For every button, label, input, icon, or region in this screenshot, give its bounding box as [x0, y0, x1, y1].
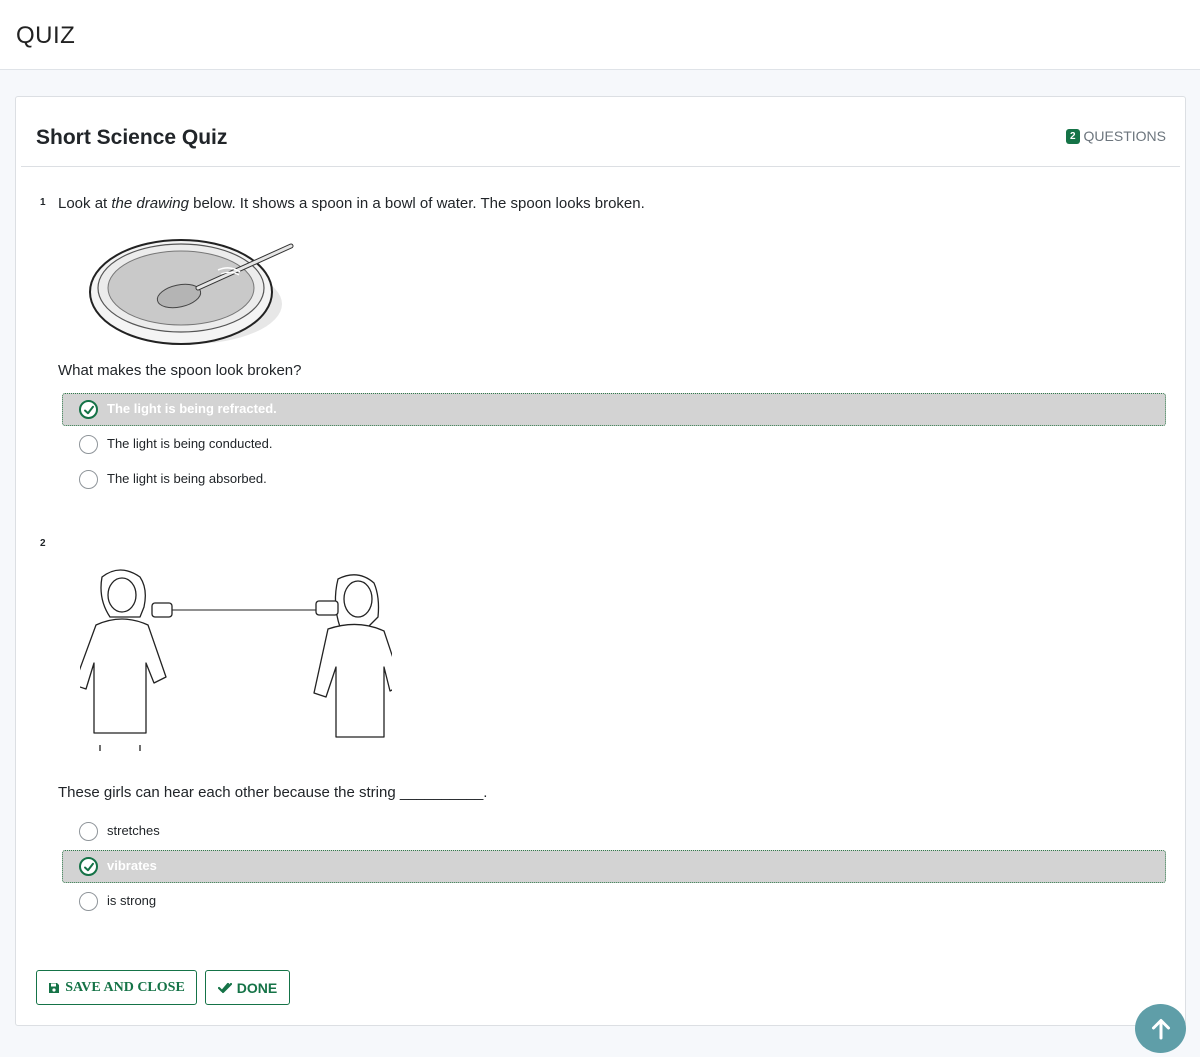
- option-label: stretches: [107, 823, 160, 838]
- question-number: 2: [40, 538, 46, 549]
- quiz-title: Short Science Quiz: [36, 126, 228, 149]
- question-2-prompt: These girls can hear each other because …: [58, 784, 488, 801]
- option-label: is strong: [107, 893, 157, 908]
- question-number: 1: [40, 197, 46, 208]
- option-refracted[interactable]: The light is being refracted.: [62, 393, 1166, 426]
- app-title: QUIZ: [16, 22, 76, 49]
- save-and-close-label: SAVE AND CLOSE: [65, 979, 185, 995]
- option-is-strong[interactable]: is strong: [62, 885, 1166, 918]
- quiz-card: Short Science Quiz 2 QUESTIONS 1 Look at…: [15, 96, 1186, 1026]
- option-absorbed[interactable]: The light is being absorbed.: [62, 463, 1166, 496]
- radio-button[interactable]: [79, 435, 98, 454]
- done-label: DONE: [236, 979, 278, 996]
- question-count-badge: 2: [1065, 128, 1080, 144]
- radio-button[interactable]: [79, 892, 98, 911]
- option-stretches[interactable]: stretches: [62, 815, 1166, 848]
- quiz-header: Short Science Quiz 2 QUESTIONS: [21, 97, 1180, 167]
- option-label: The light is being conducted.: [107, 436, 273, 451]
- option-label: The light is being refracted.: [107, 401, 277, 416]
- floppy-disk-icon: [49, 982, 60, 993]
- scroll-to-top-button[interactable]: [1135, 1004, 1186, 1053]
- question-count-label: QUESTIONS: [1083, 128, 1166, 144]
- question-1-intro-text-end: below. It shows a spoon in a bowl of wat…: [188, 195, 645, 212]
- tin-can-telephone-image: [80, 569, 392, 751]
- question-1-prompt: What makes the spoon look broken?: [58, 362, 302, 379]
- option-vibrates[interactable]: vibrates: [62, 850, 1166, 883]
- question-count: 2 QUESTIONS: [1065, 128, 1166, 144]
- radio-button[interactable]: [79, 470, 98, 489]
- spoon-bowl-image: [89, 239, 294, 345]
- option-conducted[interactable]: The light is being conducted.: [62, 428, 1166, 461]
- check-double-icon: [217, 982, 232, 993]
- arrow-up-icon: [1151, 1018, 1170, 1039]
- option-label: The light is being absorbed.: [107, 471, 267, 486]
- option-label: vibrates: [107, 858, 157, 873]
- question-1-intro: Look at the drawing below. It shows a sp…: [58, 195, 645, 212]
- top-bar: QUIZ: [0, 0, 1200, 70]
- question-1-intro-text: Look at: [58, 195, 112, 212]
- check-circle-icon: [79, 857, 98, 876]
- check-circle-icon: [79, 400, 98, 419]
- done-button[interactable]: DONE: [205, 970, 290, 1005]
- question-1-intro-emphasis: the drawing: [111, 195, 189, 212]
- save-and-close-button[interactable]: SAVE AND CLOSE: [36, 970, 197, 1005]
- radio-button[interactable]: [79, 822, 98, 841]
